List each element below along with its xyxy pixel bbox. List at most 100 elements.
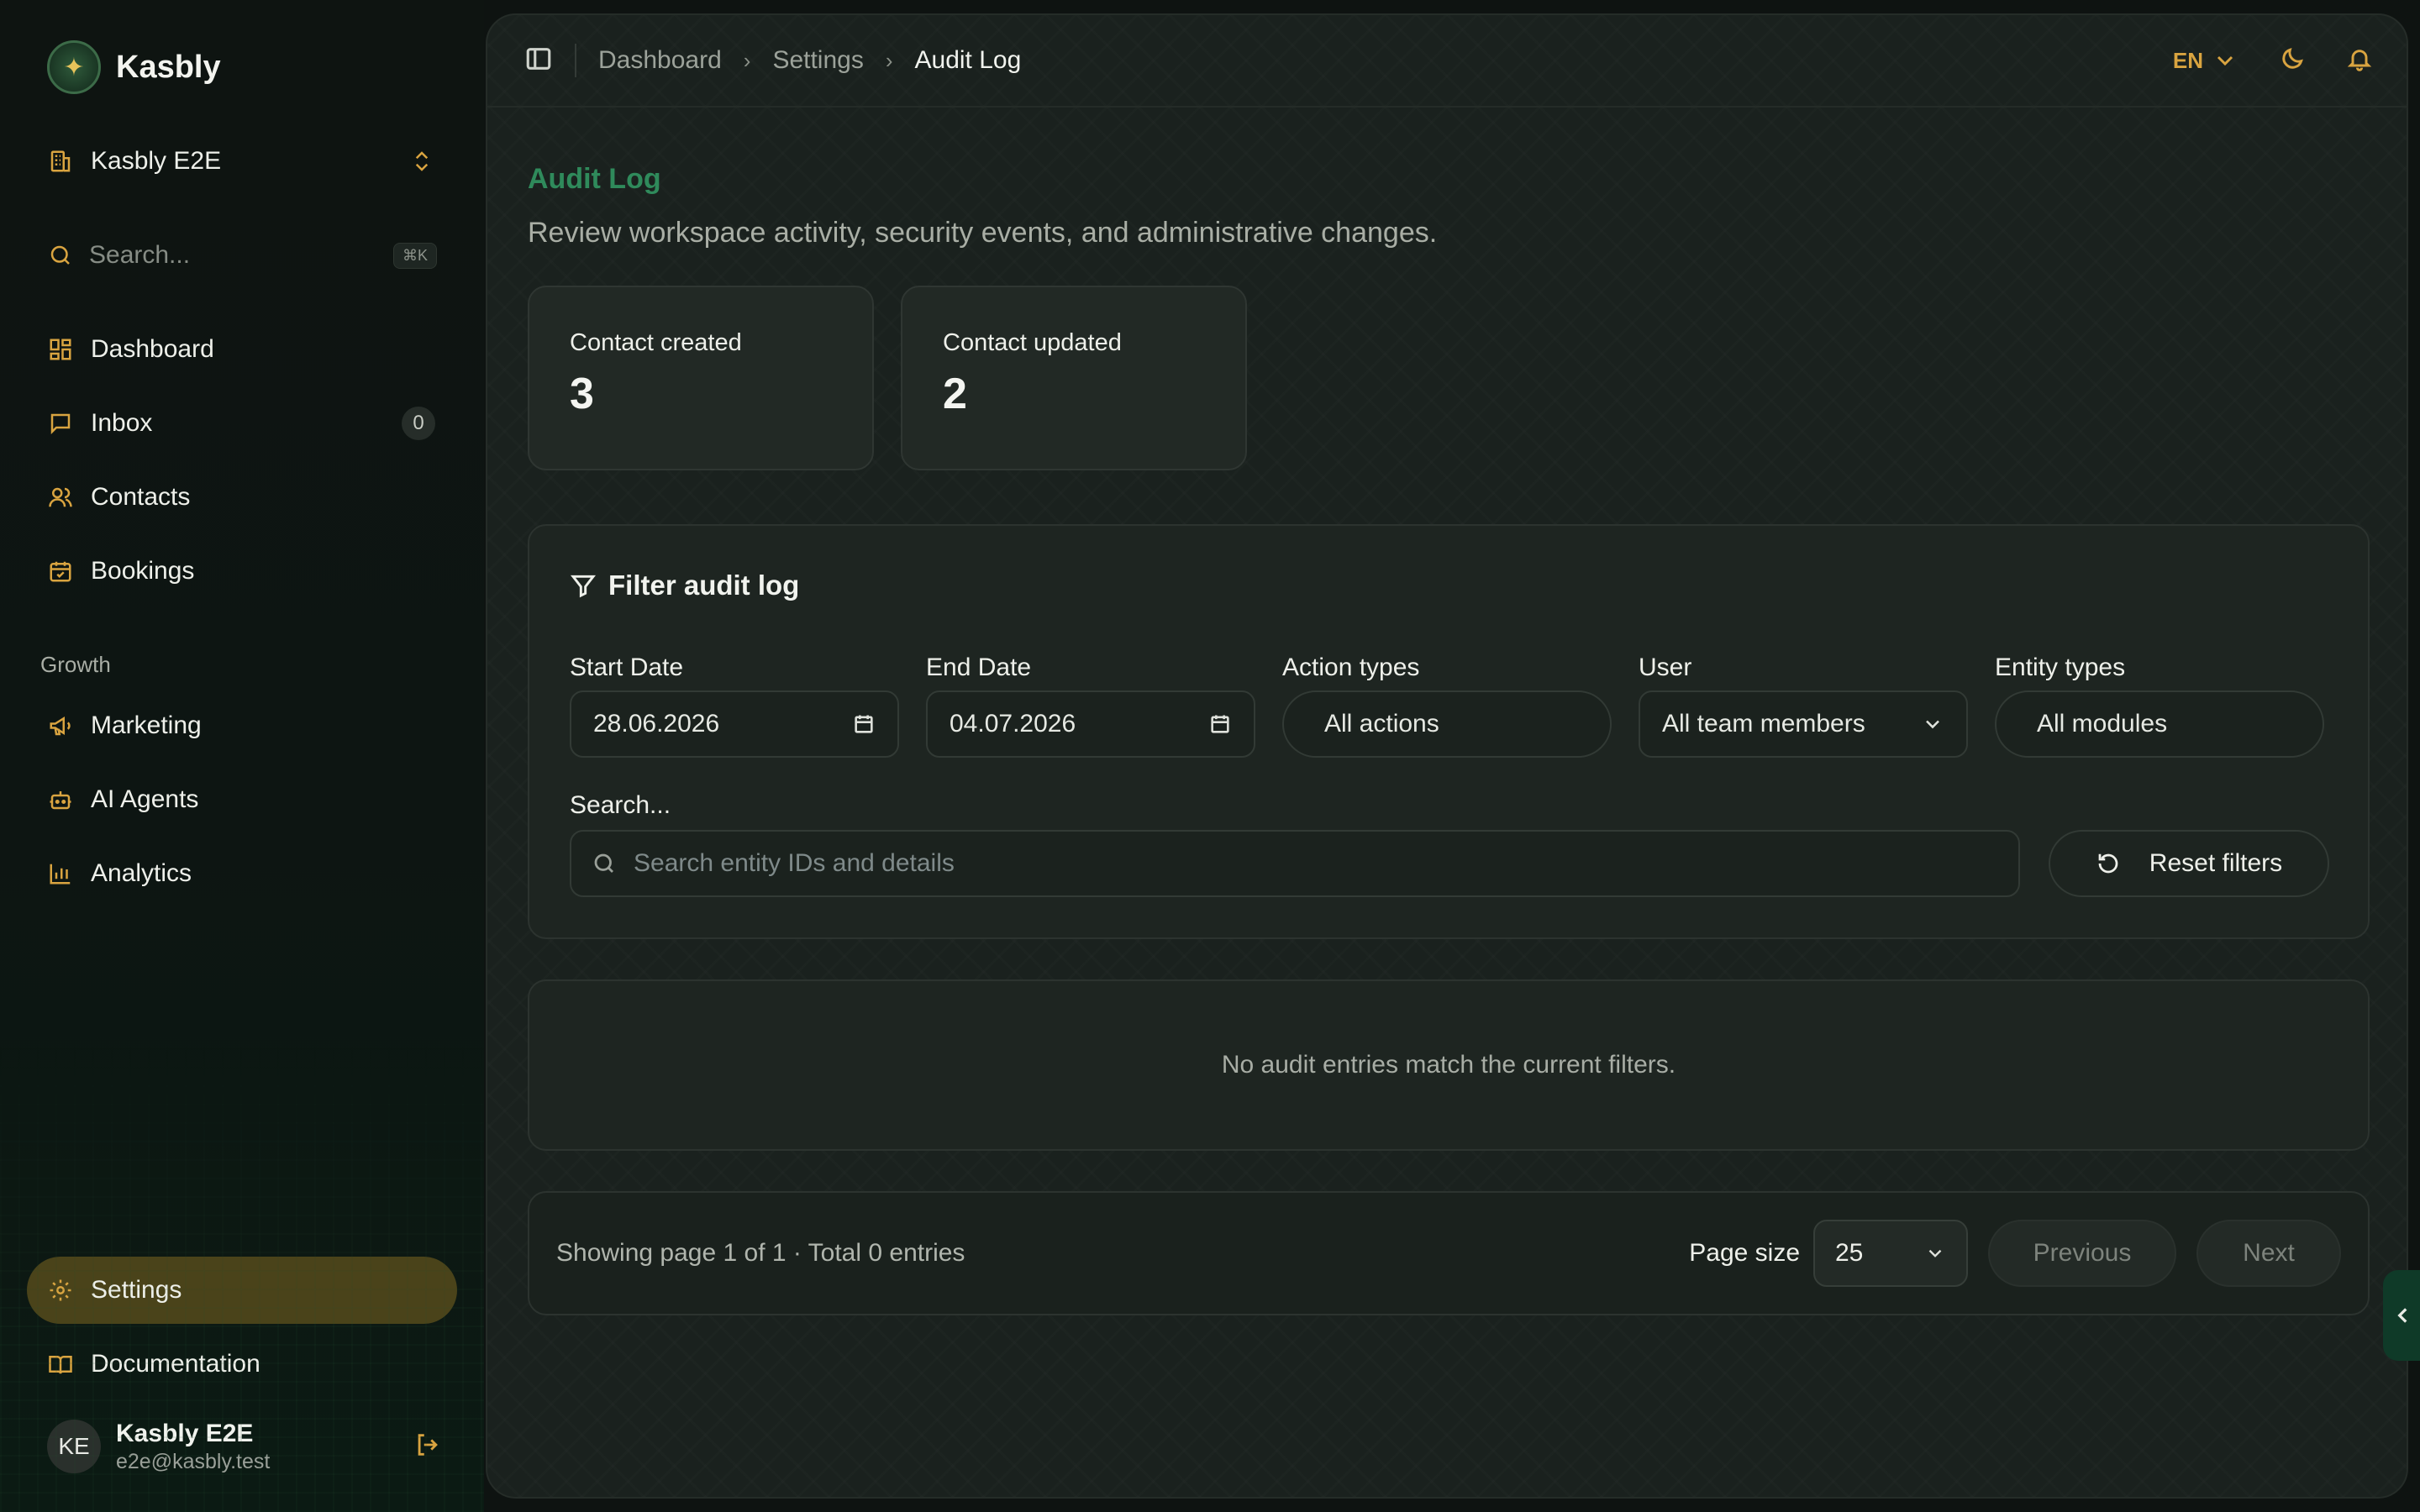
search-icon [47,242,74,269]
sidebar-item-label: Documentation [91,1350,260,1378]
chevron-down-icon [1928,1249,1942,1257]
language-selector[interactable]: EN [2173,47,2238,74]
sidebar-item-dashboard[interactable]: Dashboard [27,316,457,383]
sidebar-item-label: Analytics [91,859,192,887]
user-name: Kasbly E2E [116,1419,254,1447]
sidebar-search-placeholder: Search... [89,241,191,269]
sidebar-item-label: Settings [91,1276,182,1304]
calendar-picker-icon[interactable] [1208,712,1232,736]
topbar: Dashboard › Settings › Audit Log EN [487,15,2407,108]
reset-filters-label: Reset filters [2149,849,2283,877]
breadcrumb-settings[interactable]: Settings [772,46,863,75]
chevrons-up-down-icon [408,148,435,175]
page-size-value: 25 [1835,1239,1864,1267]
main-panel: Dashboard › Settings › Audit Log EN Audi… [486,13,2408,1499]
stat-card-contact-created: Contact created 3 [528,286,874,470]
user-filter-select[interactable]: All team members [1639,690,1968,758]
sidebar-item-label: AI Agents [91,785,199,813]
collapse-panel-tab[interactable] [2383,1270,2420,1361]
sidebar-item-analytics[interactable]: Analytics [27,840,457,907]
page-size-select[interactable]: 25 [1813,1220,1968,1287]
dashboard-icon [47,336,74,363]
contacts-icon [47,484,74,511]
sidebar-item-label: Bookings [91,557,195,585]
start-date-label: Start Date [570,654,684,681]
chevron-down-icon [1926,720,1939,729]
reset-filters-button[interactable]: Reset filters [2049,830,2329,897]
sidebar-item-ai-agents[interactable]: AI Agents [27,766,457,833]
sidebar-item-inbox[interactable]: Inbox 0 [27,390,457,457]
page-title: Audit Log [528,163,661,195]
calendar-picker-icon[interactable] [852,712,876,736]
user-filter-label: User [1639,654,1692,681]
stat-value: 3 [570,370,594,418]
breadcrumb: Dashboard › Settings › Audit Log [598,46,2173,75]
stat-label: Contact created [570,329,742,356]
search-icon [594,853,613,873]
megaphone-icon [47,712,74,739]
entity-types-value: All modules [2037,710,2168,738]
bar-chart-icon [47,860,74,887]
brand-logo-icon: ✦ [47,40,101,94]
sidebar-item-label: Contacts [91,483,191,511]
page-subtitle: Review workspace activity, security even… [528,217,1438,249]
audit-search-input[interactable]: Search entity IDs and details [570,830,2020,897]
user-email: e2e@kasbly.test [116,1449,271,1473]
theme-toggle-moon-icon[interactable] [2279,45,2306,76]
reset-rotate-icon [2098,853,2118,874]
pagination-info: Showing page 1 of 1 · Total 0 entries [556,1239,965,1267]
audit-search-placeholder: Search entity IDs and details [634,849,955,877]
sidebar-item-bookings[interactable]: Bookings [27,538,457,605]
inbox-count-badge: 0 [402,407,435,440]
next-page-button[interactable]: Next [2196,1220,2341,1287]
stat-value: 2 [943,370,967,418]
book-icon [47,1351,74,1378]
chevron-left-icon [2397,1308,2407,1323]
logout-icon[interactable] [413,1431,442,1463]
workspace-switcher[interactable]: Kasbly E2E [47,143,435,180]
gear-icon [47,1277,74,1304]
end-date-value: 04.07.2026 [950,710,1076,738]
notifications-bell-icon[interactable] [2346,45,2373,76]
calendar-icon [47,558,74,585]
action-types-select[interactable]: All actions [1282,690,1612,758]
stat-label: Contact updated [943,329,1122,356]
filter-title-text: Filter audit log [608,570,800,601]
sidebar: ✦ Kasbly Kasbly E2E Search... ⌘K Dashboa… [0,0,484,1512]
end-date-label: End Date [926,654,1032,681]
chevron-right-icon: › [743,47,751,73]
action-types-value: All actions [1324,710,1439,738]
user-card[interactable]: KE Kasbly E2E e2e@kasbly.test [47,1416,442,1477]
previous-page-button[interactable]: Previous [1988,1220,2176,1287]
filter-panel: Filter audit log Start Date 28.06.2026 E… [528,524,2370,939]
end-date-input[interactable]: 04.07.2026 [926,690,1255,758]
building-icon [47,148,74,175]
sidebar-item-label: Dashboard [91,335,214,363]
chevron-down-icon [2217,55,2233,66]
sidebar-search[interactable]: Search... ⌘K [47,237,437,274]
user-filter-value: All team members [1662,710,1865,738]
sidebar-item-settings[interactable]: Settings [27,1257,457,1324]
empty-message: No audit entries match the current filte… [1221,1051,1676,1079]
user-info: Kasbly E2E e2e@kasbly.test [116,1420,398,1474]
brand[interactable]: ✦ Kasbly [47,40,221,94]
stat-card-contact-updated: Contact updated 2 [901,286,1247,470]
breadcrumb-current: Audit Log [914,46,1022,74]
language-value: EN [2172,47,2203,73]
pagination-bar: Showing page 1 of 1 · Total 0 entries Pa… [528,1191,2370,1315]
sidebar-item-documentation[interactable]: Documentation [27,1331,457,1398]
breadcrumb-dashboard[interactable]: Dashboard [598,46,722,75]
chevron-right-icon: › [885,47,893,73]
entity-types-label: Entity types [1995,654,2126,681]
start-date-value: 28.06.2026 [593,710,720,738]
start-date-input[interactable]: 28.06.2026 [570,690,899,758]
action-types-label: Action types [1282,654,1420,681]
sidebar-toggle-icon[interactable] [524,45,553,77]
sidebar-item-contacts[interactable]: Contacts [27,464,457,531]
search-shortcut-kbd: ⌘K [392,242,437,269]
audit-results-empty: No audit entries match the current filte… [528,979,2370,1151]
sidebar-item-marketing[interactable]: Marketing [27,692,457,759]
entity-types-select[interactable]: All modules [1995,690,2324,758]
topbar-actions: EN [2173,45,2373,76]
inbox-icon [47,410,74,437]
